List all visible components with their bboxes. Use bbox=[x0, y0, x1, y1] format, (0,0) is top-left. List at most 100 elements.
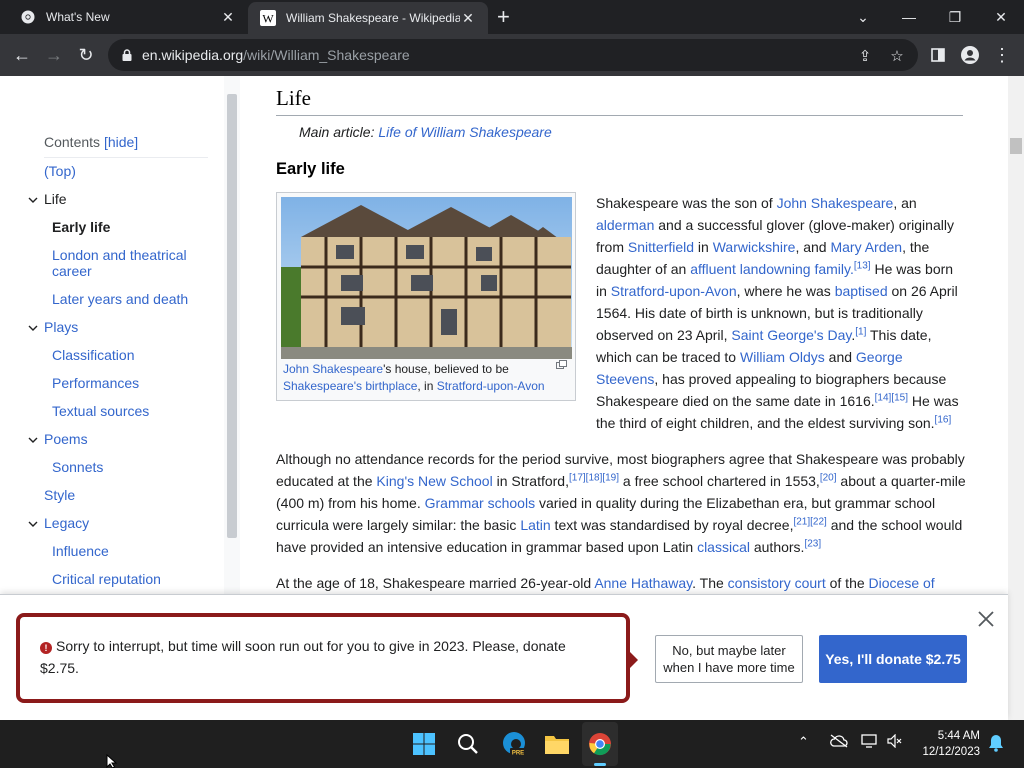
side-panel-icon[interactable] bbox=[924, 41, 952, 69]
new-tab-icon[interactable]: + bbox=[497, 6, 510, 28]
citation-link[interactable]: [13] bbox=[854, 260, 871, 271]
citation-link[interactable]: [20] bbox=[820, 472, 837, 483]
toc-item-critical-reputation[interactable]: Critical reputation bbox=[52, 571, 202, 587]
tab-close-icon[interactable]: ✕ bbox=[460, 10, 476, 27]
caption-link-stratford[interactable]: Stratford-upon-Avon bbox=[437, 379, 545, 393]
caption-text: , in bbox=[417, 379, 437, 393]
volume-muted-icon[interactable] bbox=[887, 733, 903, 751]
toc-heading: Contents [hide] bbox=[44, 134, 138, 150]
toc-item-classification[interactable]: Classification bbox=[52, 347, 202, 363]
citation-link[interactable]: [1] bbox=[855, 326, 866, 337]
notification-bell-icon[interactable] bbox=[988, 734, 1004, 755]
text: in Stratford, bbox=[492, 473, 569, 489]
toc-hide-link[interactable]: [hide] bbox=[104, 134, 138, 150]
birthplace-photo[interactable] bbox=[281, 197, 572, 359]
toc-item-legacy[interactable]: Legacy bbox=[44, 515, 89, 531]
chevron-down-icon[interactable] bbox=[28, 323, 38, 333]
link-affluent-landowning-family[interactable]: affluent landowning family. bbox=[690, 261, 854, 277]
close-window-icon[interactable]: ✕ bbox=[978, 0, 1024, 34]
link-saint-georges-day[interactable]: Saint George's Day bbox=[731, 327, 851, 343]
kebab-menu-icon[interactable]: ⋮ bbox=[988, 41, 1016, 69]
link-kings-new-school[interactable]: King's New School bbox=[376, 473, 492, 489]
toc-item-influence[interactable]: Influence bbox=[52, 543, 202, 559]
donation-message-box: ! Sorry to interrupt, but time will soon … bbox=[16, 613, 630, 703]
tab-search-icon[interactable]: ⌄ bbox=[840, 0, 886, 34]
minimize-icon[interactable]: — bbox=[886, 0, 932, 34]
onedrive-off-icon[interactable] bbox=[830, 734, 848, 751]
file-explorer-icon[interactable] bbox=[543, 730, 571, 758]
toc-item-sonnets[interactable]: Sonnets bbox=[52, 459, 202, 475]
toc-item-style[interactable]: Style bbox=[44, 487, 75, 503]
page-scrollbar[interactable] bbox=[1008, 76, 1024, 720]
main-article-link[interactable]: Life of William Shakespeare bbox=[378, 124, 551, 140]
link-diocese[interactable]: Diocese of bbox=[869, 575, 935, 591]
link-baptised[interactable]: baptised bbox=[835, 283, 888, 299]
tab-wikipedia[interactable]: W William Shakespeare - Wikipedia ✕ bbox=[248, 2, 488, 34]
chevron-down-icon[interactable] bbox=[28, 195, 38, 205]
caption-link-john-shakespeare[interactable]: John Shakespeare bbox=[283, 362, 383, 376]
chevron-down-icon[interactable] bbox=[28, 435, 38, 445]
link-latin[interactable]: Latin bbox=[520, 517, 550, 533]
citation-link[interactable]: [23] bbox=[804, 538, 821, 549]
link-john-shakespeare[interactable]: John Shakespeare bbox=[777, 195, 894, 211]
toc-item-life[interactable]: Life bbox=[44, 191, 67, 207]
link-mary-arden[interactable]: Mary Arden bbox=[830, 239, 902, 255]
system-clock[interactable]: 5:44 AM 12/12/2023 bbox=[918, 728, 980, 760]
toc-scrollbar-thumb[interactable] bbox=[227, 94, 237, 538]
url-host: en.wikipedia.org bbox=[142, 47, 244, 63]
edge-beta-icon[interactable]: PRE bbox=[500, 730, 528, 758]
text: authors. bbox=[749, 539, 805, 555]
profile-icon[interactable] bbox=[956, 41, 984, 69]
windows-start-icon[interactable] bbox=[410, 730, 438, 758]
text: . The bbox=[692, 575, 728, 591]
enlarge-icon[interactable] bbox=[556, 360, 567, 369]
wikipedia-icon: W bbox=[260, 10, 276, 26]
link-anne-hathaway[interactable]: Anne Hathaway bbox=[594, 575, 692, 591]
toc-item-top[interactable]: (Top) bbox=[44, 163, 76, 179]
restore-icon[interactable]: ❐ bbox=[932, 0, 978, 34]
maybe-later-button[interactable]: No, but maybe later when I have more tim… bbox=[655, 635, 803, 683]
toc-item-later-years[interactable]: Later years and death bbox=[52, 291, 202, 307]
link-stratford-upon-avon[interactable]: Stratford-upon-Avon bbox=[611, 283, 737, 299]
citation-link[interactable]: [17][18][19] bbox=[569, 472, 619, 483]
reload-icon[interactable]: ↻ bbox=[72, 41, 100, 69]
toc-item-poems[interactable]: Poems bbox=[44, 431, 88, 447]
forward-icon[interactable]: → bbox=[40, 41, 68, 69]
network-icon[interactable] bbox=[861, 734, 879, 751]
tab-whats-new[interactable]: What's New ✕ bbox=[8, 0, 248, 34]
show-hidden-icons-icon[interactable]: ⌃ bbox=[798, 734, 809, 750]
donate-button[interactable]: Yes, I'll donate $2.75 bbox=[819, 635, 967, 683]
bookmark-star-icon[interactable]: ☆ bbox=[888, 47, 906, 65]
back-icon[interactable]: ← bbox=[8, 41, 36, 69]
chrome-taskbar-icon[interactable] bbox=[586, 730, 614, 758]
toc-item-performances[interactable]: Performances bbox=[52, 375, 202, 391]
link-warwickshire[interactable]: Warwickshire bbox=[713, 239, 796, 255]
page-scrollbar-thumb[interactable] bbox=[1010, 138, 1022, 154]
toc-item-textual-sources[interactable]: Textual sources bbox=[52, 403, 202, 419]
tab-close-icon[interactable]: ✕ bbox=[220, 9, 236, 26]
clock-date: 12/12/2023 bbox=[922, 746, 980, 758]
tab-strip: What's New ✕ W William Shakespeare - Wik… bbox=[0, 0, 1024, 34]
toc-item-early-life[interactable]: Early life bbox=[52, 219, 202, 235]
link-classical[interactable]: classical bbox=[697, 539, 750, 555]
caption-link-birthplace[interactable]: Shakespeare's birthplace bbox=[283, 379, 417, 393]
toc-item-plays[interactable]: Plays bbox=[44, 319, 78, 335]
text: a free school chartered in 1553, bbox=[619, 473, 820, 489]
link-alderman[interactable]: alderman bbox=[596, 217, 654, 233]
chevron-down-icon[interactable] bbox=[28, 519, 38, 529]
link-snitterfield[interactable]: Snitterfield bbox=[628, 239, 694, 255]
close-icon[interactable] bbox=[977, 610, 995, 628]
citation-link[interactable]: [21][22] bbox=[793, 516, 826, 527]
text: , an bbox=[893, 195, 917, 211]
address-bar[interactable]: en.wikipedia.org/wiki/William_Shakespear… bbox=[108, 39, 918, 71]
toc-divider bbox=[44, 157, 208, 158]
toc-item-london[interactable]: London and theatrical career bbox=[52, 247, 202, 279]
link-william-oldys[interactable]: William Oldys bbox=[740, 349, 825, 365]
share-icon[interactable]: ⇪ bbox=[856, 47, 874, 65]
section-heading-life: Life bbox=[276, 86, 311, 110]
link-grammar-schools[interactable]: Grammar schools bbox=[425, 495, 535, 511]
link-consistory-court[interactable]: consistory court bbox=[728, 575, 826, 591]
search-icon[interactable] bbox=[454, 730, 482, 758]
citation-link[interactable]: [14][15] bbox=[875, 392, 908, 403]
citation-link[interactable]: [16] bbox=[935, 414, 952, 425]
